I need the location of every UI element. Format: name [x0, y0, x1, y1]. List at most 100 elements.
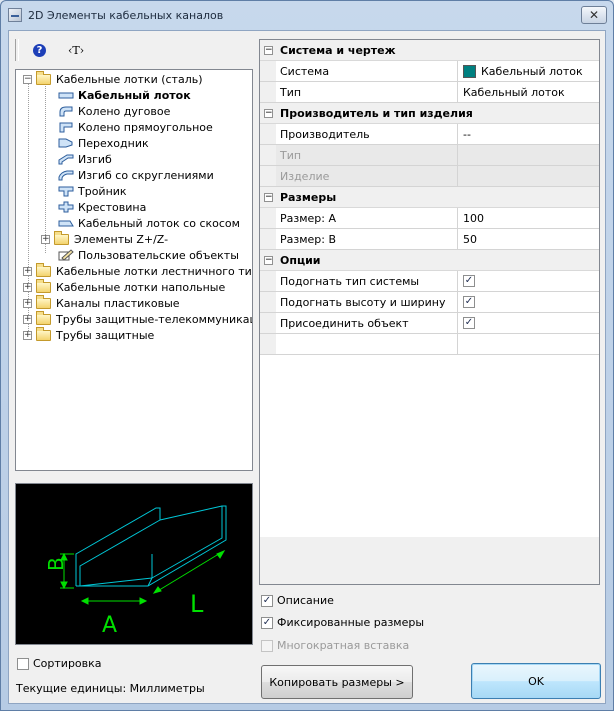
tree-item-tee[interactable]: Тройник: [58, 183, 127, 199]
collapse-icon[interactable]: −: [264, 192, 273, 202]
sort-checkbox-box[interactable]: [17, 657, 29, 670]
expand-icon[interactable]: +: [23, 282, 32, 292]
prop-empty: [260, 334, 599, 355]
bend-icon: [58, 154, 74, 165]
user-object-icon: [58, 249, 74, 261]
tee-icon: [58, 186, 74, 197]
category-manufacturer[interactable]: − Производитель и тип изделия: [260, 103, 599, 124]
prop-fit-size[interactable]: Подогнать высоту и ширину ✓: [260, 292, 599, 313]
bevel-tray-icon: [58, 220, 74, 227]
collapse-icon[interactable]: −: [23, 74, 32, 84]
tree-item-reducer[interactable]: Переходник: [58, 135, 149, 151]
prop-type[interactable]: Тип Кабельный лоток: [260, 82, 599, 103]
prop-name: Система: [276, 61, 458, 81]
tree-item-rect-elbow[interactable]: Колено прямоугольное: [58, 119, 213, 135]
size-a-input[interactable]: 100: [458, 208, 599, 228]
folder-icon: [36, 278, 51, 293]
tree-item-telecom-pipes[interactable]: + Трубы защитные-телекоммуникации: [23, 310, 252, 327]
tree-item-bend[interactable]: Изгиб: [58, 151, 112, 167]
collapse-icon[interactable]: −: [264, 255, 273, 265]
category-options[interactable]: − Опции: [260, 250, 599, 271]
catalog-tree[interactable]: − Кабельные лотки (сталь) Кабельный лото…: [15, 69, 253, 471]
size-b-input[interactable]: 50: [458, 229, 599, 249]
tree-item-protective-pipes[interactable]: + Трубы защитные: [23, 326, 155, 343]
close-button[interactable]: ✕: [581, 6, 607, 24]
prop-name: Тип: [276, 82, 458, 102]
fixed-sizes-checkbox-box[interactable]: ✓: [261, 616, 273, 629]
fit-size-checkbox[interactable]: ✓: [463, 296, 475, 308]
tree-item-ladder-trays[interactable]: + Кабельные лотки лестничного типа: [23, 262, 252, 279]
prop-name: Подогнать тип системы: [276, 271, 458, 291]
tree-item-cross[interactable]: Крестовина: [58, 199, 146, 215]
tray-icon: [58, 92, 74, 99]
ok-button[interactable]: OK: [471, 663, 601, 699]
tree-label: Каналы пластиковые: [56, 296, 180, 310]
category-sizes[interactable]: − Размеры: [260, 187, 599, 208]
tree-label: Крестовина: [78, 200, 147, 214]
folder-icon: [36, 262, 51, 277]
rect-elbow-icon: [59, 122, 73, 133]
prop-fit-system[interactable]: Подогнать тип системы ✓: [260, 271, 599, 292]
collapse-icon[interactable]: −: [264, 45, 273, 55]
tree-item-rounded-bend[interactable]: Изгиб со скруглениями: [58, 167, 214, 183]
expand-icon[interactable]: +: [23, 266, 32, 276]
tree-label: Тройник: [78, 184, 127, 198]
tree-label: Изгиб со скруглениями: [78, 168, 214, 182]
expand-icon[interactable]: +: [23, 314, 32, 324]
prop-system-value[interactable]: Кабельный лоток: [458, 61, 599, 81]
tree-item-floor-trays[interactable]: + Кабельные лотки напольные: [23, 278, 226, 295]
prop-size-a[interactable]: Размер: A 100: [260, 208, 599, 229]
tree-item-arc-elbow[interactable]: Колено дуговое: [58, 103, 170, 119]
description-checkbox[interactable]: ✓ Описание: [261, 594, 334, 607]
tree-label: Пользовательские объекты: [78, 248, 239, 262]
property-description-panel: [259, 537, 600, 585]
prop-system[interactable]: Система Кабельный лоток: [260, 61, 599, 82]
cross-icon: [58, 201, 74, 213]
description-checkbox-box[interactable]: ✓: [261, 594, 273, 607]
tree-item-bevel-tray[interactable]: Кабельный лоток со скосом: [58, 215, 240, 231]
expand-icon[interactable]: +: [41, 234, 50, 244]
attach-object-checkbox[interactable]: ✓: [463, 317, 475, 329]
prop-name: Подогнать высоту и ширину: [276, 292, 458, 312]
collapse-icon[interactable]: −: [264, 108, 273, 118]
copy-sizes-button[interactable]: Копировать размеры >: [261, 665, 413, 699]
toolbar: ? ‹T›: [15, 39, 84, 61]
dialog-window: 2D Элементы кабельных каналов ✕ ? ‹T› − …: [0, 0, 614, 711]
grip-icon[interactable]: [15, 39, 19, 61]
tray-drawing: B A L: [44, 505, 227, 638]
prop-value: Кабельный лоток: [481, 64, 583, 78]
category-label: Производитель и тип изделия: [280, 106, 473, 120]
prop-manufacturer[interactable]: Производитель --: [260, 124, 599, 145]
tree-label: Переходник: [78, 136, 149, 150]
tree-item-z-elements[interactable]: + Элементы Z+/Z-: [41, 230, 168, 247]
tree-item-cable-tray[interactable]: Кабельный лоток: [58, 87, 191, 103]
tree-item-user-objects[interactable]: Пользовательские объекты: [58, 247, 239, 263]
units-text: Текущие единицы: Миллиметры: [16, 682, 205, 695]
prop-value[interactable]: --: [458, 124, 599, 144]
prop-name: Производитель: [276, 124, 458, 144]
fixed-sizes-label: Фиксированные размеры: [277, 616, 425, 629]
tree-item-plastic-channels[interactable]: + Каналы пластиковые: [23, 294, 180, 311]
prop-size-b[interactable]: Размер: B 50: [260, 229, 599, 250]
tray-preview: B A L: [15, 483, 253, 645]
fixed-sizes-checkbox[interactable]: ✓ Фиксированные размеры: [261, 616, 424, 629]
fit-system-checkbox[interactable]: ✓: [463, 275, 475, 287]
prop-attach-object[interactable]: Присоединить объект ✓: [260, 313, 599, 334]
property-grid[interactable]: − Система и чертеж Система Кабельный лот…: [259, 39, 600, 567]
description-label: Описание: [277, 594, 334, 607]
folder-icon: [54, 230, 69, 245]
expand-icon[interactable]: +: [23, 330, 32, 340]
text-tool-icon[interactable]: ‹T›: [68, 44, 84, 57]
prop-value[interactable]: Кабельный лоток: [458, 82, 599, 102]
help-icon[interactable]: ?: [33, 43, 46, 57]
tree-label: Кабельные лотки напольные: [56, 280, 226, 294]
sort-checkbox[interactable]: Сортировка: [17, 657, 102, 670]
multi-insert-label: Многократная вставка: [277, 639, 410, 652]
tree-label: Трубы защитные: [56, 328, 155, 342]
tree-label: Кабельные лотки (сталь): [56, 72, 203, 86]
category-system-drawing[interactable]: − Система и чертеж: [260, 40, 599, 61]
title-bar[interactable]: 2D Элементы кабельных каналов ✕: [1, 1, 613, 29]
tree-item-steel-trays[interactable]: − Кабельные лотки (сталь): [23, 70, 203, 87]
expand-icon[interactable]: +: [23, 298, 32, 308]
close-icon: ✕: [588, 8, 600, 22]
